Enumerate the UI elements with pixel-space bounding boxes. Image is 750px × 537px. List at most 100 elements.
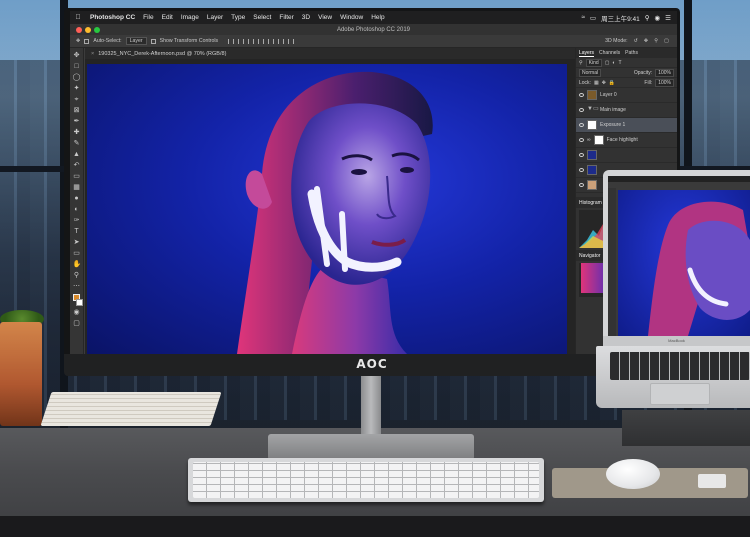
monitor-stand-base <box>268 434 474 460</box>
zoom-tool-icon[interactable]: ⚲ <box>73 272 81 280</box>
eye-icon[interactable] <box>579 168 584 172</box>
eye-right <box>400 167 414 173</box>
document-tab[interactable]: × 190325_NYC_Derek-Afternoon.psd @ 70% (… <box>85 48 575 59</box>
wifi-icon[interactable]: ≈ <box>581 14 585 21</box>
brush-tool-icon[interactable]: ✎ <box>73 140 81 148</box>
search-icon[interactable]: ⚲ <box>654 38 658 44</box>
eye-icon[interactable] <box>579 183 584 187</box>
screen-mode-icon[interactable]: ▢ <box>73 320 81 328</box>
hand-tool-icon[interactable]: ✋ <box>73 261 82 269</box>
menu-layer[interactable]: Layer <box>203 14 227 21</box>
align-left-icon[interactable] <box>228 38 235 44</box>
battery-icon[interactable]: ▭ <box>590 14 596 22</box>
siri-icon[interactable]: ◉ <box>655 14 661 22</box>
align-top-icon[interactable] <box>258 38 265 44</box>
tool-options-bar: ✥ Auto-Select: Layer Show Transform Cont… <box>70 35 677 48</box>
tab-channels[interactable]: Channels <box>599 50 620 56</box>
marquee-tool-icon[interactable]: □ <box>73 63 81 71</box>
lasso-tool-icon[interactable]: ◯ <box>73 74 81 82</box>
filter-pixel-icon[interactable]: ▢ <box>605 60 610 66</box>
lock-position-icon[interactable]: ✥ <box>602 80 606 86</box>
dodge-tool-icon[interactable]: ◐ <box>73 206 81 214</box>
clone-stamp-tool-icon[interactable]: ▲ <box>73 151 81 159</box>
laptop-portrait-photo <box>618 190 750 336</box>
healing-brush-tool-icon[interactable]: ✚ <box>73 129 81 137</box>
close-document-icon[interactable]: × <box>91 51 94 57</box>
history-brush-tool-icon[interactable]: ↶ <box>73 162 81 170</box>
menu-edit[interactable]: Edit <box>158 14 177 21</box>
filter-adjustment-icon[interactable]: ◐ <box>612 60 615 66</box>
menu-type[interactable]: Type <box>227 14 249 21</box>
mouse <box>606 459 660 489</box>
layer-row[interactable] <box>576 148 677 163</box>
notification-center-icon[interactable]: ☰ <box>665 14 671 22</box>
menu-select[interactable]: Select <box>249 14 275 21</box>
align-center-icon[interactable] <box>238 38 245 44</box>
type-tool-icon[interactable]: T <box>73 228 81 236</box>
eye-icon[interactable] <box>579 138 584 142</box>
move-tool-icon[interactable]: ✥ <box>73 52 81 60</box>
workspace-icon[interactable]: ▢ <box>664 38 669 44</box>
3d-pan-icon[interactable]: ✥ <box>644 38 648 44</box>
layer-name: Exposure 1 <box>600 122 626 128</box>
pen-tool-icon[interactable]: ✑ <box>73 217 81 225</box>
menu-window[interactable]: Window <box>336 14 367 21</box>
eraser-tool-icon[interactable]: ▭ <box>73 173 81 181</box>
eyedropper-tool-icon[interactable]: ✒ <box>73 118 81 126</box>
laptop-stand-books <box>622 410 750 446</box>
photoshop-title-bar: Adobe Photoshop CC 2019 <box>70 24 677 35</box>
background-color-swatch[interactable] <box>75 299 83 306</box>
menubar-clock[interactable]: 周三上午9:41 <box>601 13 640 23</box>
monitor-stand-neck <box>361 376 381 438</box>
canvas-area[interactable] <box>85 59 575 354</box>
align-bottom-icon[interactable] <box>278 38 285 44</box>
show-transform-checkbox[interactable] <box>150 38 156 44</box>
fill-field[interactable]: 100% <box>655 78 674 87</box>
menu-3d[interactable]: 3D <box>298 14 314 21</box>
menu-image[interactable]: Image <box>177 14 203 21</box>
move-tool-icon[interactable]: ✥ <box>76 38 80 44</box>
search-icon[interactable]: ⚲ <box>645 14 650 22</box>
align-right-icon[interactable] <box>248 38 255 44</box>
eye-icon[interactable] <box>579 123 584 127</box>
blend-mode-dropdown[interactable]: Normal <box>579 68 602 77</box>
menu-filter[interactable]: Filter <box>275 14 297 21</box>
menu-file[interactable]: File <box>139 14 157 21</box>
filter-kind-dropdown[interactable]: Kind <box>585 58 602 67</box>
auto-select-checkbox[interactable] <box>84 38 90 44</box>
more-tools-icon[interactable]: ⋯ <box>73 283 81 291</box>
layer-row[interactable]: ∞ Face highlight <box>576 133 677 148</box>
laptop-keyboard <box>610 352 750 380</box>
layer-row[interactable]: ▼▭ Main image <box>576 103 677 118</box>
apple-icon[interactable]:  <box>70 14 86 21</box>
path-selection-tool-icon[interactable]: ➤ <box>73 239 81 247</box>
align-middle-icon[interactable] <box>268 38 275 44</box>
quick-select-tool-icon[interactable]: ✦ <box>73 85 81 93</box>
opacity-field[interactable]: 100% <box>655 68 674 77</box>
3d-orbit-icon[interactable]: ↺ <box>634 38 638 44</box>
distribute-icon[interactable] <box>288 38 295 44</box>
eye-icon[interactable] <box>579 93 584 97</box>
menu-app-name[interactable]: Photoshop CC <box>86 14 139 21</box>
gradient-tool-icon[interactable]: ▦ <box>73 184 81 192</box>
auto-select-dropdown[interactable]: Layer <box>125 37 147 45</box>
filter-type-icon[interactable]: T <box>618 60 621 66</box>
lock-pixels-icon[interactable]: ▦ <box>594 80 599 86</box>
blur-tool-icon[interactable]: ● <box>73 195 81 203</box>
lock-all-icon[interactable]: 🔒 <box>609 80 615 86</box>
menu-help[interactable]: Help <box>367 14 388 21</box>
eye-icon[interactable] <box>579 108 584 112</box>
tab-paths[interactable]: Paths <box>625 50 638 56</box>
filter-search-icon: ⚲ <box>579 59 583 66</box>
rectangle-tool-icon[interactable]: ▭ <box>73 250 81 258</box>
frame-tool-icon[interactable]: ⊠ <box>73 107 81 115</box>
layer-row[interactable]: Exposure 1 <box>576 118 677 133</box>
quick-mask-icon[interactable]: ◉ <box>73 309 81 317</box>
layer-row[interactable]: Layer 0 <box>576 88 677 103</box>
menu-view[interactable]: View <box>314 14 336 21</box>
tab-layers[interactable]: Layers <box>579 50 595 57</box>
crop-tool-icon[interactable]: ⌖ <box>73 96 81 104</box>
layers-panel-tabs: Layers Channels Paths <box>576 48 677 58</box>
eye-left <box>351 169 367 175</box>
eye-icon[interactable] <box>579 153 584 157</box>
